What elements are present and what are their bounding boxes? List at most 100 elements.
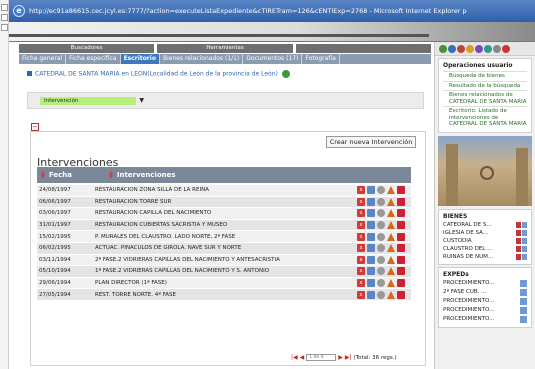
close-icon[interactable]	[502, 44, 510, 53]
flag-icon[interactable]	[516, 221, 521, 228]
first-page-icon[interactable]: |◀	[291, 354, 298, 361]
last-page-icon[interactable]: ▶|	[345, 354, 352, 361]
delete-icon[interactable]: x	[357, 244, 365, 253]
table-row[interactable]: 24/08/1997 RESTAURACION ZONA SILLA DE LA…	[37, 185, 411, 197]
gear-icon[interactable]	[377, 232, 385, 241]
doc-icon[interactable]	[520, 297, 527, 305]
gear-icon[interactable]	[377, 186, 385, 195]
ops-link[interactable]: Escritorio: Listado de intervenciones de…	[443, 106, 527, 129]
flag-icon[interactable]	[516, 245, 521, 252]
table-row[interactable]: 29/06/1994 PLAN DIRECTOR (1ª FASE) x	[37, 277, 411, 290]
list-item[interactable]: PROCEDIMIENTO...	[443, 306, 527, 315]
doc-icon[interactable]	[522, 221, 527, 228]
tab-escritorio[interactable]: Escritorio	[120, 54, 160, 64]
list-item[interactable]: CUSTODIA	[443, 237, 527, 245]
tab-documentos[interactable]: Documentos (17)	[243, 54, 303, 64]
type-select[interactable]: Intervención ▼	[40, 97, 144, 105]
edit-icon[interactable]	[367, 267, 375, 276]
list-item[interactable]: PROCEDIMIENTO...	[443, 279, 527, 288]
window-control-icon[interactable]	[1, 24, 8, 31]
list-item[interactable]: IGLESIA DE SA...	[443, 229, 527, 237]
sort-icon[interactable]: ▲ ▼	[41, 171, 45, 180]
mail-icon[interactable]	[484, 44, 492, 53]
menu-buscadores[interactable]: Buscadores	[19, 44, 155, 53]
flag-icon[interactable]	[516, 253, 521, 260]
list-item[interactable]: CATEDRAL DE S...	[443, 221, 527, 229]
warning-icon[interactable]	[387, 232, 395, 241]
bookmark-icon[interactable]	[457, 44, 465, 53]
delete-icon[interactable]: x	[357, 279, 365, 288]
warning-icon[interactable]	[387, 279, 395, 288]
edit-icon[interactable]	[367, 244, 375, 253]
column-fecha[interactable]: ▲ ▼ Fecha	[37, 171, 95, 180]
edit-icon[interactable]	[367, 290, 375, 299]
help-icon[interactable]	[493, 44, 501, 53]
delete-icon[interactable]: x	[357, 197, 365, 206]
edit-icon[interactable]	[367, 279, 375, 288]
collapse-icon[interactable]: −	[31, 123, 39, 131]
pdf-icon[interactable]	[397, 267, 405, 276]
warning-icon[interactable]	[387, 244, 395, 253]
window-control-icon[interactable]	[1, 14, 8, 21]
gear-icon[interactable]	[377, 255, 385, 264]
list-item[interactable]: PROCEDIMIENTO...	[443, 315, 527, 324]
pdf-icon[interactable]	[397, 209, 405, 218]
flag-icon[interactable]	[516, 229, 521, 236]
folder-icon[interactable]	[466, 44, 474, 53]
gear-icon[interactable]	[377, 267, 385, 276]
sort-icon[interactable]: ▲ ▼	[109, 171, 113, 180]
delete-icon[interactable]: x	[357, 267, 365, 276]
print-icon[interactable]	[475, 44, 483, 53]
home-icon[interactable]	[439, 44, 447, 53]
delete-icon[interactable]: x	[357, 290, 365, 299]
doc-icon[interactable]	[520, 279, 527, 287]
pdf-icon[interactable]	[397, 279, 405, 288]
pdf-icon[interactable]	[397, 244, 405, 253]
warning-icon[interactable]	[387, 267, 395, 276]
gear-icon[interactable]	[377, 197, 385, 206]
edit-icon[interactable]	[367, 186, 375, 195]
edit-icon[interactable]	[367, 209, 375, 218]
list-item[interactable]: PROCEDIMIENTO...	[443, 297, 527, 306]
warning-icon[interactable]	[387, 290, 395, 299]
doc-icon[interactable]	[520, 288, 527, 296]
pdf-icon[interactable]	[397, 197, 405, 206]
doc-icon[interactable]	[522, 237, 527, 244]
table-row[interactable]: 31/01/1997 RESTAURACION CUBIERTAS SACRIS…	[37, 219, 411, 232]
pdf-icon[interactable]	[397, 221, 405, 230]
edit-icon[interactable]	[367, 221, 375, 230]
cathedral-photo[interactable]	[438, 135, 532, 206]
menu-herramientas[interactable]: Herramientas	[157, 44, 293, 53]
chevron-down-icon[interactable]: ▼	[139, 97, 144, 105]
warning-icon[interactable]	[387, 186, 395, 195]
warning-icon[interactable]	[387, 197, 395, 206]
list-item[interactable]: RUINAS DE NUM...	[443, 253, 527, 261]
gear-icon[interactable]	[377, 244, 385, 253]
delete-icon[interactable]: x	[357, 186, 365, 195]
delete-icon[interactable]: x	[357, 232, 365, 241]
ops-link[interactable]: Bienes relacionados de CATEDRAL DE SANTA…	[443, 90, 527, 106]
delete-icon[interactable]: x	[357, 255, 365, 264]
doc-icon[interactable]	[522, 245, 527, 252]
edit-icon[interactable]	[367, 197, 375, 206]
delete-icon[interactable]: x	[357, 221, 365, 230]
page-input[interactable]: 1 de 4	[306, 354, 337, 361]
window-control-icon[interactable]	[1, 4, 8, 11]
gear-icon[interactable]	[377, 221, 385, 230]
flag-icon[interactable]	[516, 237, 521, 244]
table-row[interactable]: 03/11/1994 2ª FASE.2 VIDRIERAS CAPILLAS …	[37, 254, 411, 267]
ops-link[interactable]: Búsqueda de bienes	[443, 71, 527, 81]
warning-icon[interactable]	[387, 209, 395, 218]
warning-icon[interactable]	[387, 255, 395, 264]
tab-fotografia[interactable]: Fotografía	[302, 54, 340, 64]
column-intervenciones[interactable]: ▲ ▼ Intervenciones	[95, 171, 411, 180]
next-page-icon[interactable]: ▶	[338, 354, 343, 361]
pdf-icon[interactable]	[397, 290, 405, 299]
doc-icon[interactable]	[520, 306, 527, 314]
pdf-icon[interactable]	[397, 186, 405, 195]
new-intervention-button[interactable]: Crear nueva Intervención	[326, 136, 416, 148]
table-row[interactable]: 03/06/1997 RESTAURACION CAPILLA DEL NACI…	[37, 208, 411, 220]
list-item[interactable]: CLAUSTRO DEL ...	[443, 245, 527, 253]
prev-page-icon[interactable]: ◀	[300, 354, 305, 361]
pdf-icon[interactable]	[397, 232, 405, 241]
